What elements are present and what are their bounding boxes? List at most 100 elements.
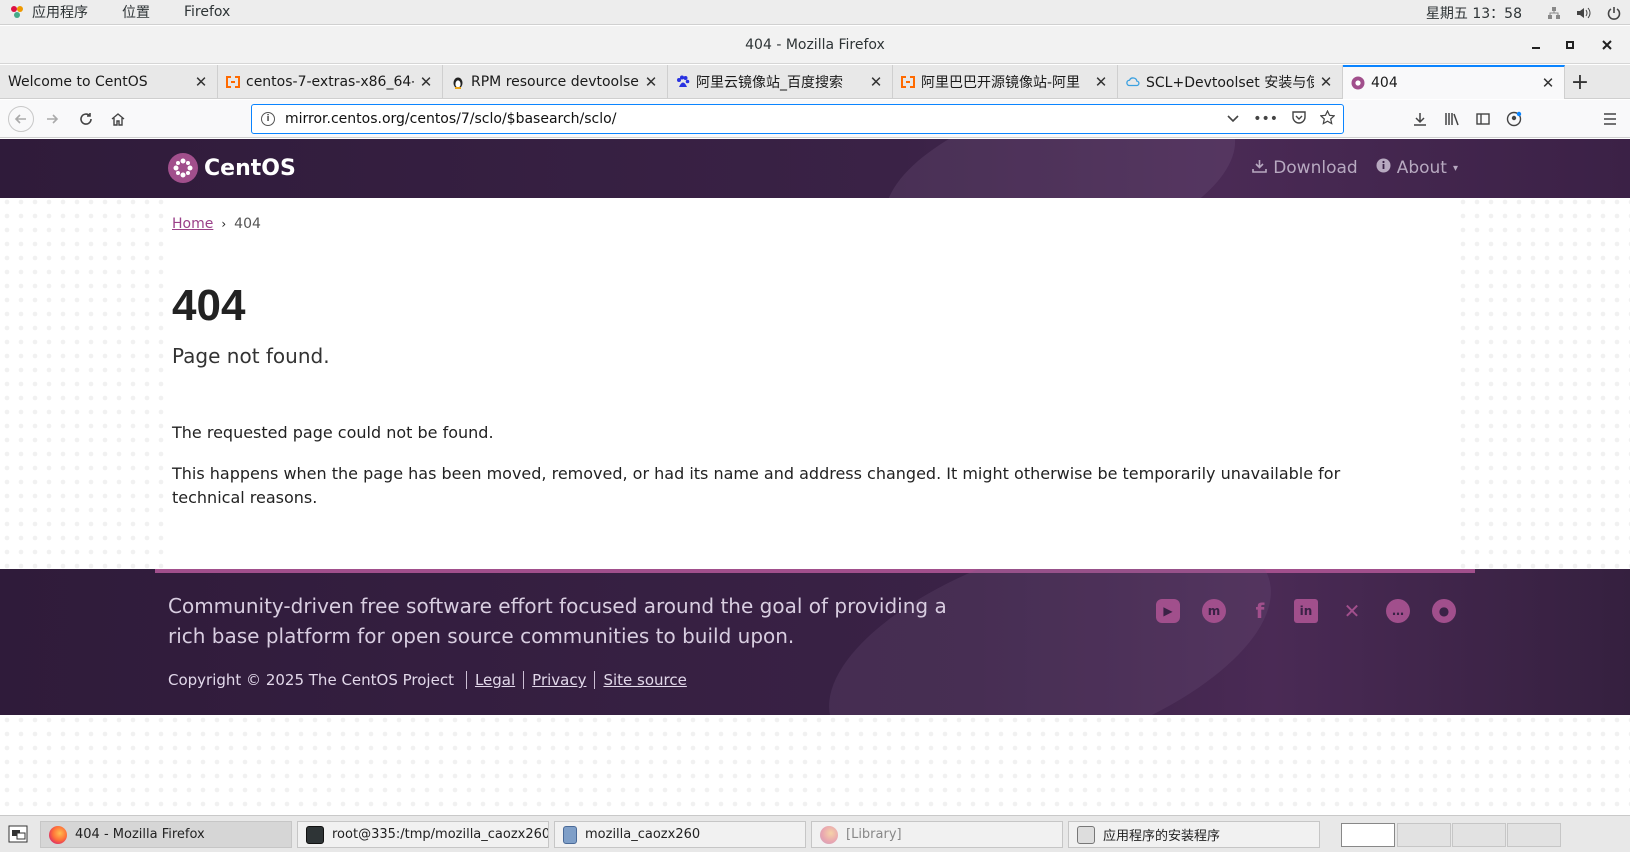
tab-baidu-search[interactable]: 阿里云镜像站_百度搜索 ✕ [668, 65, 893, 99]
workspace-2[interactable] [1397, 823, 1451, 847]
site-nav: Download About ▾ [1252, 158, 1458, 178]
close-tab-icon[interactable]: ✕ [643, 73, 659, 91]
about-dropdown[interactable]: About ▾ [1376, 158, 1458, 178]
task-label: [Library] [846, 827, 902, 842]
window-title: 404 - Mozilla Firefox [745, 36, 885, 53]
chevron-down-icon[interactable] [1227, 111, 1239, 127]
centos-logo[interactable]: CentOS [168, 153, 296, 183]
terminal-icon [306, 825, 324, 844]
pocket-icon[interactable] [1292, 110, 1306, 128]
x-icon[interactable]: ✕ [1340, 599, 1364, 623]
site-footer: Community-driven free software effort fo… [0, 569, 1630, 715]
account-icon[interactable] [1502, 107, 1526, 131]
task-file-manager[interactable]: mozilla_caozx260 [554, 821, 806, 848]
workspace-3[interactable] [1452, 823, 1506, 847]
task-firefox[interactable]: 404 - Mozilla Firefox [40, 821, 292, 848]
tab-label: centos-7-extras-x86_64- [246, 74, 414, 90]
privacy-link[interactable]: Privacy [532, 671, 586, 689]
tab-welcome-centos[interactable]: Welcome to CentOS ✕ [0, 65, 218, 99]
maximize-icon[interactable] [1565, 26, 1575, 64]
sidebar-icon[interactable] [1471, 107, 1495, 131]
mastodon-icon[interactable]: m [1202, 599, 1226, 623]
chat-icon[interactable]: … [1386, 599, 1410, 623]
power-icon[interactable] [1606, 5, 1622, 21]
show-desktop-icon[interactable] [8, 825, 28, 847]
breadcrumb: Home › 404 [172, 216, 261, 232]
breadcrumb-current: 404 [234, 216, 261, 232]
minimize-icon[interactable] [1531, 26, 1541, 64]
firefox-icon [820, 825, 838, 844]
task-library[interactable]: [Library] [811, 821, 1063, 848]
site-source-link[interactable]: Site source [603, 671, 686, 689]
page-subtitle: Page not found. [172, 344, 330, 368]
tab-centos-extras[interactable]: centos-7-extras-x86_64- ✕ [218, 65, 443, 99]
brand-name: CentOS [204, 155, 296, 181]
tab-rpm-resource[interactable]: RPM resource devtoolset ✕ [443, 65, 668, 99]
workspace-1[interactable] [1341, 823, 1395, 847]
download-link[interactable]: Download [1252, 158, 1358, 178]
close-window-icon[interactable] [1602, 26, 1612, 64]
firefox-app-menu[interactable]: Firefox [184, 4, 230, 20]
close-tab-icon[interactable]: ✕ [1540, 74, 1556, 92]
applications-menu[interactable]: 应用程序 [32, 2, 88, 22]
close-tab-icon[interactable]: ✕ [193, 73, 209, 91]
task-terminal[interactable]: root@335:/tmp/mozilla_caozx260 [297, 821, 549, 848]
youtube-icon[interactable]: ▶ [1156, 599, 1180, 623]
divider [594, 671, 596, 689]
tab-label: Welcome to CentOS [8, 74, 148, 90]
reload-icon[interactable] [74, 107, 98, 131]
aliyun-icon [226, 75, 240, 89]
social-links: ▶ m f in ✕ … ● [1156, 599, 1456, 623]
web-page: CentOS Download About ▾ Home › 404 404 P… [0, 139, 1630, 815]
header-background-art [865, 139, 1255, 198]
places-menu[interactable]: 位置 [122, 2, 150, 22]
tab-alibaba-mirror[interactable]: 阿里巴巴开源镜像站-阿里 ✕ [893, 65, 1118, 99]
applications-icon[interactable] [10, 5, 24, 19]
tab-label: SCL+Devtoolset 安装与使 [1146, 75, 1314, 91]
breadcrumb-home[interactable]: Home [172, 216, 213, 232]
download-icon[interactable] [1408, 107, 1432, 131]
gnome-top-bar: 应用程序 位置 Firefox 星期五 13：58 [0, 0, 1630, 25]
tab-strip: Welcome to CentOS ✕ centos-7-extras-x86_… [0, 65, 1630, 99]
taskbar: 404 - Mozilla Firefox root@335:/tmp/mozi… [0, 815, 1630, 852]
chevron-right-icon: › [221, 217, 227, 231]
page-actions-icon[interactable]: ••• [1253, 111, 1278, 127]
aliyun-icon [901, 75, 915, 89]
task-label: 404 - Mozilla Firefox [75, 827, 205, 842]
close-tab-icon[interactable]: ✕ [1093, 73, 1109, 91]
network-icon[interactable] [1546, 5, 1562, 21]
tab-label: 404 [1371, 75, 1398, 91]
divider [465, 671, 467, 689]
clock[interactable]: 星期五 13：58 [1426, 3, 1522, 23]
home-icon[interactable] [106, 107, 130, 131]
error-message: The requested page could not be found. [172, 423, 494, 442]
tab-scl-devtoolset[interactable]: SCL+Devtoolset 安装与使 ✕ [1118, 65, 1343, 99]
linkedin-icon[interactable]: in [1294, 599, 1318, 623]
close-tab-icon[interactable]: ✕ [868, 73, 884, 91]
task-installer[interactable]: 应用程序的安装程序 [1068, 821, 1320, 848]
forward-icon[interactable] [40, 107, 64, 131]
site-info-icon[interactable]: i [261, 112, 275, 126]
close-tab-icon[interactable]: ✕ [1318, 73, 1334, 91]
reddit-icon[interactable]: ● [1432, 599, 1456, 623]
close-tab-icon[interactable]: ✕ [418, 73, 434, 91]
tab-label: RPM resource devtoolset [471, 74, 639, 90]
url-text[interactable]: mirror.centos.org/centos/7/sclo/$basearc… [285, 111, 616, 127]
url-bar[interactable]: i mirror.centos.org/centos/7/sclo/$basea… [251, 104, 1344, 134]
bookmark-star-icon[interactable] [1319, 109, 1336, 129]
hamburger-menu-icon[interactable] [1598, 107, 1622, 131]
facebook-icon[interactable]: f [1248, 599, 1272, 623]
back-icon[interactable] [8, 106, 34, 132]
baidu-icon [676, 75, 690, 89]
tab-404[interactable]: 404 ✕ [1343, 65, 1565, 99]
nav-toolbar: i mirror.centos.org/centos/7/sclo/$basea… [0, 100, 1630, 138]
workspace-4[interactable] [1507, 823, 1561, 847]
library-icon[interactable] [1440, 107, 1464, 131]
about-label: About [1396, 158, 1447, 178]
copyright: Copyright © 2025 The CentOS Project [168, 671, 454, 689]
page-title: 404 [172, 281, 246, 330]
legal-link[interactable]: Legal [475, 671, 515, 689]
new-tab-button[interactable]: + [1565, 65, 1595, 99]
volume-icon[interactable] [1576, 5, 1592, 21]
task-label: root@335:/tmp/mozilla_caozx260 [332, 827, 549, 842]
